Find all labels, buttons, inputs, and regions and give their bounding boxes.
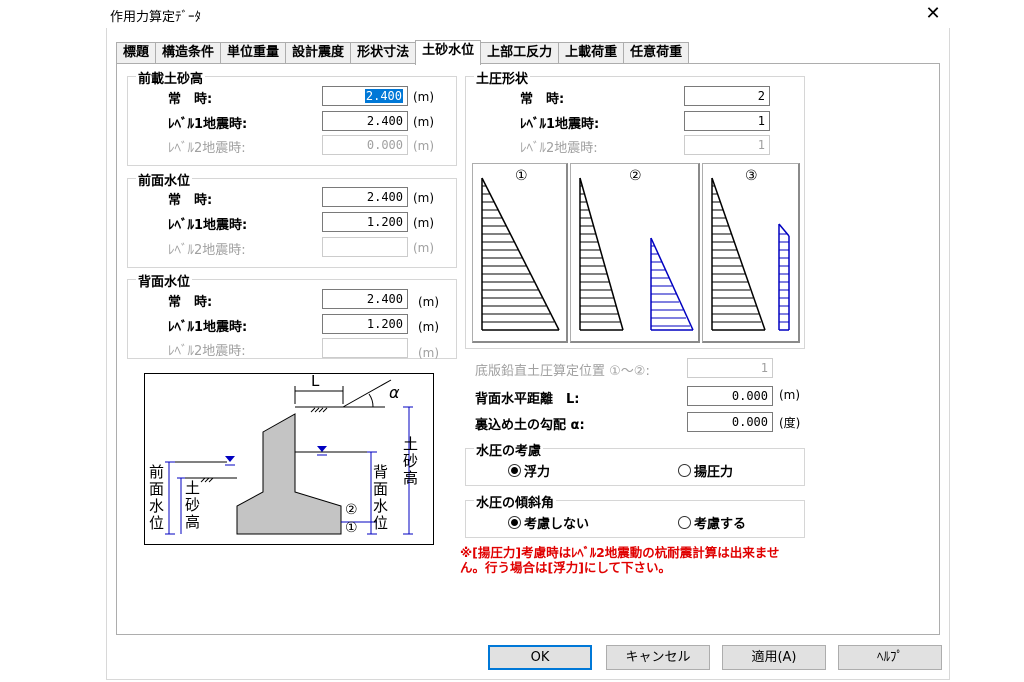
uplift-warning-note: ※[揚圧力]考慮時はﾚﾍﾞﾙ2地震動の杭耐震計算は出来ません。行う場合は[浮力]… [460,545,780,575]
earth-shape-option-1[interactable]: ① [472,163,568,343]
back-distance-unit: (m) [779,388,801,402]
radio-incline[interactable]: 考慮する [678,513,746,532]
earth-shape-group: 土圧形状 常 時: 2 ﾚﾍﾞﾙ1地震時: 1 ﾚﾍﾞﾙ2地震時: 1 ① ② … [465,68,805,349]
back-water-l1-unit: (m) [418,320,440,334]
front-water-normal-input[interactable]: 2.400 [322,187,408,207]
front-water-normal-label: 常 時: [168,193,213,208]
retaining-wall-diagram: L α 前面水位 土砂高 背面水位 土砂高 ② ① [144,372,434,545]
front-soil-l1-input[interactable]: 2.400 [322,111,408,131]
diagram-alpha-label: α [389,383,400,402]
water-pressure-group: 水圧の考慮 浮力 揚圧力 [465,440,805,486]
radio-no-incline-label: 考慮しない [524,517,590,532]
front-water-l2-unit: (m) [413,241,435,255]
tab-surcharge[interactable]: 上載荷重 [558,42,625,64]
apply-button[interactable]: 適用(A) [722,645,826,670]
trapezoid-pressure-icon [579,177,694,331]
diagram-circle-1: ① [345,520,358,536]
tab-structure[interactable]: 構造条件 [155,42,222,64]
ok-button[interactable]: OK [488,645,592,670]
front-water-l2-input[interactable] [322,237,408,257]
front-soil-normal-input[interactable]: 2.400 [322,86,408,106]
tab-bar: 標題 構造条件 単位重量 設計震度 形状寸法 土砂水位 上部工反力 上載荷重 任… [116,40,690,65]
tab-soil-water[interactable]: 土砂水位 [415,40,482,65]
diagram-circle-2: ② [345,502,358,518]
radio-no-incline-dot[interactable] [508,516,521,529]
front-soil-l1-unit: (m) [413,115,435,129]
cancel-button[interactable]: キャンセル [606,645,710,670]
tab-arbitrary[interactable]: 任意荷重 [623,42,690,64]
back-water-normal-input[interactable]: 2.400 [322,289,408,309]
radio-incline-dot[interactable] [678,516,691,529]
radio-buoyancy[interactable]: 浮力 [508,461,550,480]
earth-shape-normal-label: 常 時: [520,92,565,107]
diagram-front-soil-label: 土砂高 [185,479,201,531]
front-water-title: 前面水位 [136,170,193,189]
back-distance-label: 背面水平距離 L: [475,392,580,407]
radio-buoyancy-dot[interactable] [508,464,521,477]
front-soil-normal-label: 常 時: [168,92,213,107]
water-pressure-title: 水圧の考慮 [474,440,544,459]
radio-incline-label: 考慮する [694,517,747,532]
back-water-l1-label: ﾚﾍﾞﾙ1地震時: [168,320,248,335]
front-water-l1-unit: (m) [413,216,435,230]
earth-shape-title: 土圧形状 [474,68,531,87]
tab-title[interactable]: 標題 [116,42,157,64]
help-button[interactable]: ﾍﾙﾌﾟ [838,645,942,670]
front-soil-title: 前載土砂高 [136,68,206,87]
radio-uplift[interactable]: 揚圧力 [678,461,733,480]
front-water-l2-label: ﾚﾍﾞﾙ2地震時: [168,243,246,258]
front-water-l1-input[interactable]: 1.200 [322,212,408,232]
backfill-slope-unit: (度) [779,416,801,430]
front-soil-l2-unit: (m) [413,139,435,153]
vertical-position-label: 底版鉛直土圧算定位置 ①～②: [475,364,650,379]
back-water-group: 背面水位 常 時: 2.400 (m) ﾚﾍﾞﾙ1地震時: 1.200 (m) … [127,271,457,360]
vertical-position-input[interactable]: 1 [687,358,773,378]
tab-dimensions[interactable]: 形状寸法 [350,42,417,64]
front-water-normal-unit: (m) [413,191,435,205]
radio-no-incline[interactable]: 考慮しない [508,513,589,532]
back-water-l2-label: ﾚﾍﾞﾙ2地震時: [168,344,246,359]
radio-buoyancy-label: 浮力 [524,465,551,480]
earth-shape-normal-input[interactable]: 2 [684,86,770,106]
close-icon[interactable]: ✕ [923,3,943,24]
back-water-l2-input[interactable] [322,338,408,358]
combined-pressure-icon [711,177,790,331]
front-soil-l2-input[interactable]: 0.000 [322,135,408,155]
tab-superstructure[interactable]: 上部工反力 [480,42,560,64]
diagram-front-water-label: 前面水位 [149,463,165,532]
earth-shape-l2-input[interactable]: 1 [684,135,770,155]
front-water-l1-label: ﾚﾍﾞﾙ1地震時: [168,218,248,233]
water-incline-group: 水圧の傾斜角 考慮しない 考慮する [465,492,805,538]
diagram-back-water-label: 背面水位 [373,463,389,532]
triangle-pressure-icon [481,177,560,331]
back-water-l1-input[interactable]: 1.200 [322,314,408,334]
window-title: 作用力算定ﾃﾞｰﾀ [110,10,202,25]
back-water-normal-unit: (m) [418,295,440,309]
radio-uplift-label: 揚圧力 [694,465,734,480]
radio-uplift-dot[interactable] [678,464,691,477]
front-soil-group: 前載土砂高 常 時: 2.400 (m) ﾚﾍﾞﾙ1地震時: 2.400 (m)… [127,68,457,166]
earth-shape-option-2[interactable]: ② [570,163,700,343]
backfill-slope-input[interactable]: 0.000 [687,412,773,432]
earth-shape-l1-label: ﾚﾍﾞﾙ1地震時: [520,117,600,132]
back-water-normal-label: 常 時: [168,295,213,310]
tab-seismic[interactable]: 設計震度 [285,42,352,64]
backfill-slope-label: 裏込め土の勾配 α: [475,418,585,433]
earth-shape-l1-input[interactable]: 1 [684,111,770,131]
diagram-back-soil-label: 土砂高 [403,435,419,487]
back-distance-input[interactable]: 0.000 [687,386,773,406]
back-water-l2-unit: (m) [418,346,440,360]
front-soil-l2-label: ﾚﾍﾞﾙ2地震時: [168,141,246,156]
water-incline-title: 水圧の傾斜角 [474,492,557,511]
front-water-group: 前面水位 常 時: 2.400 (m) ﾚﾍﾞﾙ1地震時: 1.200 (m) … [127,170,457,268]
earth-shape-l2-label: ﾚﾍﾞﾙ2地震時: [520,141,598,156]
back-water-title: 背面水位 [136,271,193,290]
front-soil-l1-label: ﾚﾍﾞﾙ1地震時: [168,117,248,132]
earth-shape-option-3[interactable]: ③ [702,163,800,343]
front-soil-normal-unit: (m) [413,90,435,104]
tab-unit-weight[interactable]: 単位重量 [220,42,287,64]
diagram-L-label: L [311,372,320,390]
